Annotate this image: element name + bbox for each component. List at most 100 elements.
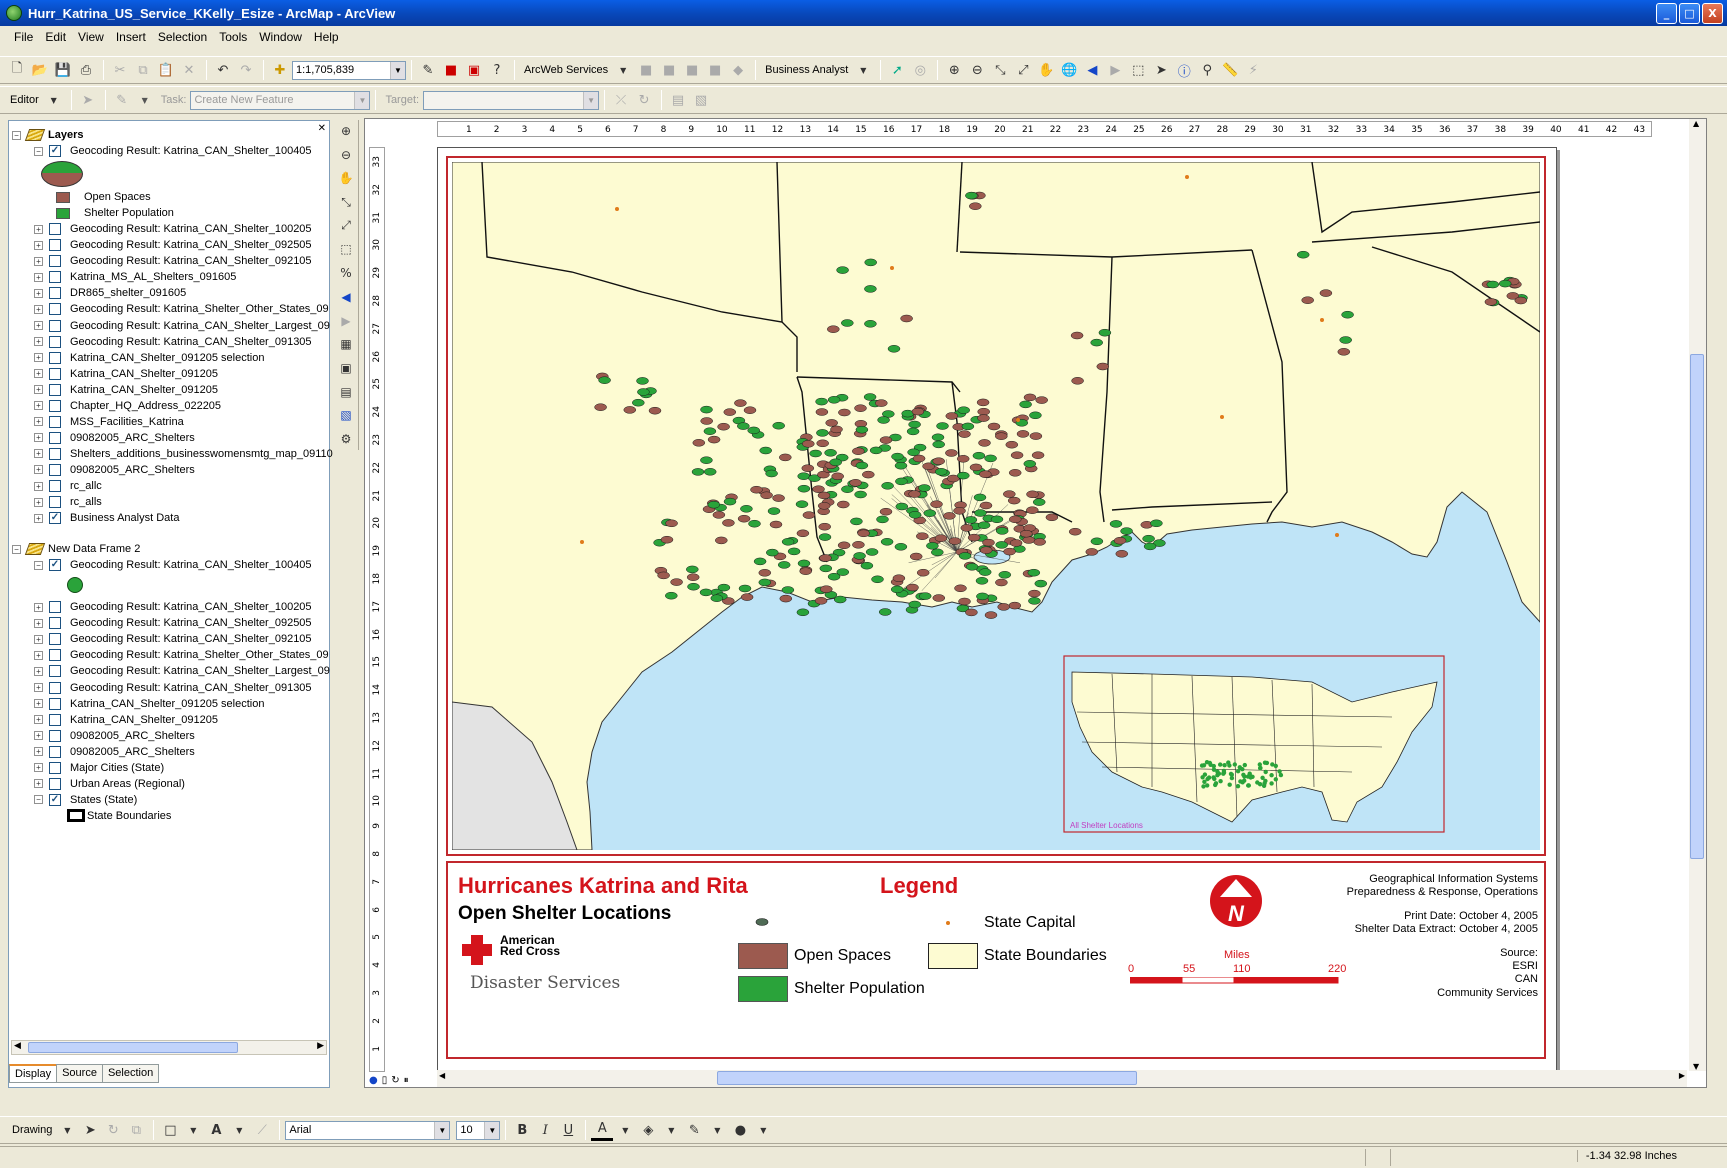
open-spaces-marker[interactable] [1514,296,1528,305]
map-data-frame[interactable]: All Shelter Locations [446,156,1546,856]
shelter-population-marker[interactable] [881,482,894,490]
task-combo[interactable]: Create New Feature ▼ [190,90,371,110]
expand-icon[interactable]: + [34,385,43,395]
expand-icon[interactable]: + [34,337,43,347]
layer-row[interactable]: + Geocoding Result: Katrina_CAN_Shelter_0… [34,615,312,631]
italic-icon[interactable]: I [534,1119,556,1141]
open-spaces-marker[interactable] [1007,496,1021,505]
open-spaces-marker[interactable] [1070,331,1084,340]
open-spaces-marker[interactable] [953,507,966,515]
chevron-down-icon[interactable]: ▼ [434,1121,450,1139]
shelter-population-marker[interactable] [797,472,810,480]
open-spaces-marker[interactable] [1005,440,1019,449]
tab-selection[interactable]: Selection [101,1064,160,1083]
map-scale-combo[interactable]: 1:1,705,839 ▼ [292,60,406,80]
command-line-icon[interactable]: ▣ [463,59,485,81]
shelter-population-marker[interactable] [747,426,760,435]
layer-visibility-checkbox[interactable] [49,431,61,444]
new-document-icon[interactable]: 🗋 [6,59,28,81]
edit-vertices-icon[interactable]: ⟋ [251,1119,273,1141]
open-spaces-marker[interactable] [960,524,974,532]
shelter-population-marker[interactable] [1142,534,1155,543]
layer-visibility-checkbox[interactable]: ✓ [49,559,61,572]
shelter-population-marker[interactable] [1339,336,1352,344]
shelter-population-marker[interactable] [740,505,753,513]
open-spaces-marker[interactable] [660,535,674,544]
map-canvas[interactable]: All Shelter Locations [452,162,1540,850]
zoom-to-selected-icon[interactable]: ⧉ [125,1119,147,1141]
layer-visibility-checkbox[interactable] [49,480,61,492]
layer-row[interactable]: +09082005_ARC_Shelters [34,728,195,744]
chevron-down-icon[interactable]: ▼ [660,1119,682,1141]
shelter-population-marker[interactable] [1341,310,1354,319]
open-spaces-marker[interactable] [965,608,978,617]
layer-row[interactable]: + Shelters_additions_businesswomensmtg_ma… [34,446,333,462]
shelter-population-marker[interactable] [918,592,932,600]
shelter-population-marker[interactable] [796,608,810,617]
open-spaces-marker[interactable] [1003,490,1016,498]
shelter-population-marker[interactable] [975,577,989,585]
layer-row[interactable]: + ✓ Business Analyst Data [34,510,179,526]
collapse-icon[interactable]: − [12,130,21,140]
layer-visibility-checkbox[interactable] [49,415,61,428]
open-spaces-marker[interactable] [1085,548,1099,556]
find-binoculars-icon[interactable]: ⚲ [1196,59,1218,81]
shelter-population-marker[interactable] [961,422,975,431]
attributes-icon[interactable]: ▤ [667,89,689,111]
open-spaces-marker[interactable] [879,507,893,516]
scroll-thumb[interactable] [1690,354,1704,859]
chevron-down-icon[interactable]: ▼ [134,89,156,111]
shelter-population-marker[interactable] [894,461,908,470]
whats-this-icon[interactable]: ? [486,59,508,81]
open-spaces-marker[interactable] [943,512,956,520]
layer-visibility-checkbox[interactable] [49,697,61,710]
shelter-population-marker[interactable] [686,565,699,574]
open-spaces-marker[interactable] [945,449,958,457]
expand-icon[interactable]: + [34,715,43,725]
layout-page[interactable]: All Shelter Locations Hurricanes Katrina… [437,147,1557,1077]
open-spaces-marker[interactable] [772,494,785,502]
shelter-population-marker[interactable] [797,484,811,493]
shelter-population-marker[interactable] [1032,498,1046,506]
shelter-population-marker[interactable] [765,469,778,478]
open-spaces-marker[interactable] [1484,298,1498,306]
scroll-up-icon[interactable]: ▲ [1693,119,1699,128]
expand-icon[interactable]: + [34,449,43,459]
shelter-population-marker[interactable] [710,594,724,602]
shelter-population-marker[interactable] [869,446,883,455]
layout-forward-icon[interactable]: ▶ [336,310,356,332]
shelter-population-marker[interactable] [863,393,877,401]
zoom-whole-page-icon[interactable]: ⤡ [336,191,356,213]
shelter-population-marker[interactable] [836,266,849,274]
shelter-population-marker[interactable] [871,575,884,584]
open-spaces-marker[interactable] [979,501,993,510]
open-spaces-marker[interactable] [830,425,843,434]
open-spaces-marker[interactable] [817,491,831,500]
open-spaces-marker[interactable] [849,479,862,487]
open-spaces-marker[interactable] [825,419,838,427]
layer-visibility-checkbox[interactable] [49,665,61,678]
menu-file[interactable]: File [8,28,39,46]
layer-visibility-checkbox[interactable] [49,239,61,252]
open-spaces-marker[interactable] [1337,348,1351,356]
shelter-population-marker[interactable] [887,345,901,353]
shelter-population-marker[interactable] [855,425,869,434]
expand-icon[interactable]: + [34,353,43,363]
layer-row[interactable]: + Geocoding Result: Katrina_Shelter_Other… [34,301,329,317]
open-spaces-marker[interactable] [819,554,832,562]
shelter-population-marker[interactable] [636,377,649,385]
shelter-population-marker[interactable] [995,527,1009,535]
expand-icon[interactable]: + [34,433,43,443]
shelter-population-marker[interactable] [1120,527,1133,535]
expand-icon[interactable]: + [34,513,43,523]
open-spaces-marker[interactable] [892,574,906,582]
open-spaces-marker[interactable] [997,603,1010,611]
layer-row[interactable]: − ✓ Geocoding Result: Katrina_CAN_Shelter_… [34,143,312,159]
shelter-population-marker[interactable] [957,406,970,414]
open-spaces-marker[interactable] [977,414,990,422]
open-spaces-marker[interactable] [1020,529,1033,538]
open-spaces-marker[interactable] [932,457,945,465]
shelter-population-marker[interactable] [864,285,877,293]
shelter-population-marker[interactable] [841,319,854,327]
open-spaces-marker[interactable] [1026,506,1039,514]
